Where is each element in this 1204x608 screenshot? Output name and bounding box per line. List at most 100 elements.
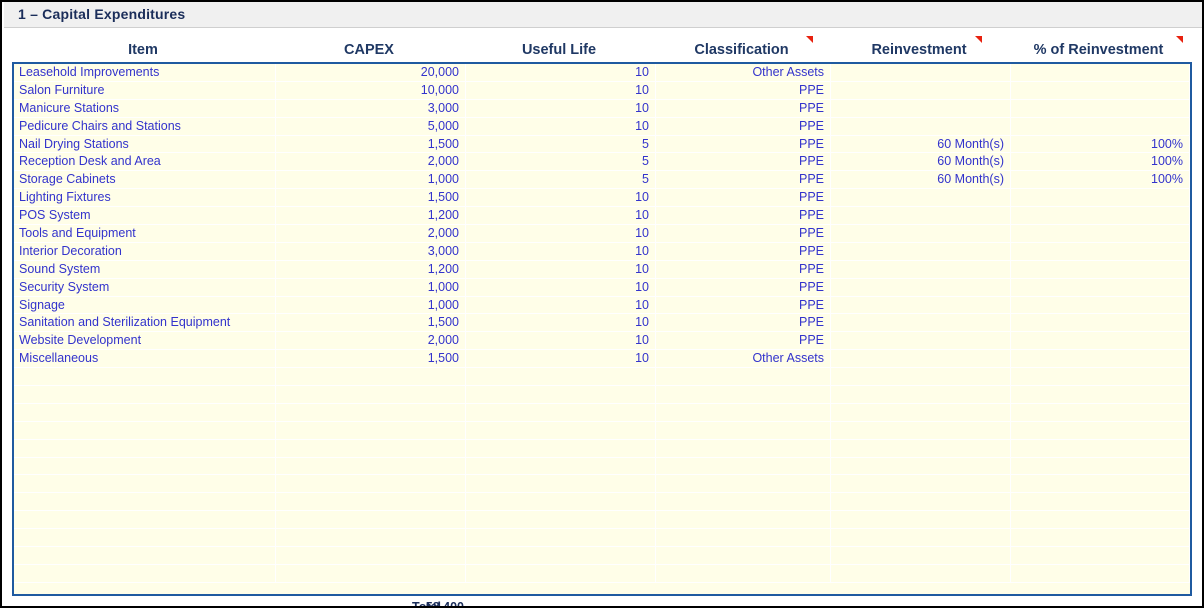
cell-classification[interactable]: PPE bbox=[656, 100, 831, 118]
cell-classification[interactable] bbox=[656, 386, 831, 404]
cell-item[interactable] bbox=[14, 547, 276, 565]
cell-classification[interactable] bbox=[656, 422, 831, 440]
cell-reinvestment[interactable] bbox=[831, 100, 1011, 118]
cell-useful_life[interactable] bbox=[466, 440, 656, 458]
table-row[interactable]: Salon Furniture10,00010PPE bbox=[14, 82, 1190, 100]
cell-useful_life[interactable] bbox=[466, 565, 656, 583]
cell-classification[interactable] bbox=[656, 493, 831, 511]
table-empty-row[interactable] bbox=[14, 458, 1190, 476]
cell-reinvestment[interactable] bbox=[831, 207, 1011, 225]
cell-classification[interactable] bbox=[656, 475, 831, 493]
cell-classification[interactable] bbox=[656, 440, 831, 458]
cell-useful_life[interactable]: 10 bbox=[466, 207, 656, 225]
cell-capex[interactable]: 5,000 bbox=[276, 118, 466, 136]
table-row[interactable]: Sanitation and Sterilization Equipment1,… bbox=[14, 314, 1190, 332]
cell-item[interactable] bbox=[14, 475, 276, 493]
cell-reinvestment[interactable] bbox=[831, 261, 1011, 279]
table-empty-row[interactable] bbox=[14, 511, 1190, 529]
cell-useful_life[interactable] bbox=[466, 404, 656, 422]
table-row[interactable]: Reception Desk and Area2,0005PPE60 Month… bbox=[14, 153, 1190, 171]
table-empty-row[interactable] bbox=[14, 493, 1190, 511]
cell-capex[interactable]: 1,000 bbox=[276, 297, 466, 315]
cell-classification[interactable]: PPE bbox=[656, 314, 831, 332]
cell-pct_reinvest[interactable] bbox=[1011, 314, 1190, 332]
cell-item[interactable] bbox=[14, 458, 276, 476]
cell-classification[interactable] bbox=[656, 458, 831, 476]
cell-item[interactable]: Salon Furniture bbox=[14, 82, 276, 100]
cell-capex[interactable]: 1,500 bbox=[276, 136, 466, 154]
table-row[interactable]: Storage Cabinets1,0005PPE60 Month(s)100% bbox=[14, 171, 1190, 189]
cell-useful_life[interactable]: 10 bbox=[466, 332, 656, 350]
column-header-item[interactable]: Item bbox=[12, 40, 274, 60]
cell-item[interactable]: Sound System bbox=[14, 261, 276, 279]
cell-capex[interactable] bbox=[276, 565, 466, 583]
cell-item[interactable]: Tools and Equipment bbox=[14, 225, 276, 243]
cell-capex[interactable]: 3,000 bbox=[276, 100, 466, 118]
cell-pct_reinvest[interactable] bbox=[1011, 118, 1190, 136]
cell-pct_reinvest[interactable] bbox=[1011, 529, 1190, 547]
cell-pct_reinvest[interactable] bbox=[1011, 404, 1190, 422]
cell-classification[interactable]: PPE bbox=[656, 225, 831, 243]
cell-capex[interactable] bbox=[276, 529, 466, 547]
cell-item[interactable] bbox=[14, 386, 276, 404]
cell-classification[interactable]: PPE bbox=[656, 189, 831, 207]
cell-item[interactable]: POS System bbox=[14, 207, 276, 225]
cell-capex[interactable] bbox=[276, 440, 466, 458]
cell-capex[interactable]: 1,000 bbox=[276, 171, 466, 189]
cell-classification[interactable] bbox=[656, 404, 831, 422]
comment-flag-icon-pct_reinvest[interactable] bbox=[1176, 36, 1183, 43]
cell-reinvestment[interactable]: 60 Month(s) bbox=[831, 171, 1011, 189]
cell-capex[interactable]: 1,500 bbox=[276, 189, 466, 207]
column-header-classification[interactable]: Classification bbox=[654, 40, 829, 60]
capex-table[interactable]: Leasehold Improvements20,00010Other Asse… bbox=[12, 62, 1192, 596]
cell-capex[interactable] bbox=[276, 368, 466, 386]
cell-pct_reinvest[interactable] bbox=[1011, 511, 1190, 529]
cell-useful_life[interactable]: 10 bbox=[466, 118, 656, 136]
table-row[interactable]: Miscellaneous1,50010Other Assets bbox=[14, 350, 1190, 368]
table-empty-row[interactable] bbox=[14, 368, 1190, 386]
cell-pct_reinvest[interactable] bbox=[1011, 332, 1190, 350]
cell-capex[interactable] bbox=[276, 547, 466, 565]
cell-useful_life[interactable]: 10 bbox=[466, 261, 656, 279]
cell-reinvestment[interactable] bbox=[831, 458, 1011, 476]
cell-pct_reinvest[interactable] bbox=[1011, 565, 1190, 583]
cell-useful_life[interactable] bbox=[466, 475, 656, 493]
cell-reinvestment[interactable] bbox=[831, 82, 1011, 100]
table-row[interactable]: Lighting Fixtures1,50010PPE bbox=[14, 189, 1190, 207]
cell-item[interactable]: Signage bbox=[14, 297, 276, 315]
cell-reinvestment[interactable] bbox=[831, 64, 1011, 82]
cell-useful_life[interactable]: 10 bbox=[466, 225, 656, 243]
cell-pct_reinvest[interactable] bbox=[1011, 225, 1190, 243]
cell-useful_life[interactable]: 10 bbox=[466, 243, 656, 261]
cell-pct_reinvest[interactable] bbox=[1011, 458, 1190, 476]
cell-capex[interactable]: 20,000 bbox=[276, 64, 466, 82]
cell-classification[interactable]: PPE bbox=[656, 243, 831, 261]
cell-capex[interactable] bbox=[276, 493, 466, 511]
table-empty-row[interactable] bbox=[14, 404, 1190, 422]
cell-item[interactable] bbox=[14, 422, 276, 440]
cell-useful_life[interactable]: 10 bbox=[466, 82, 656, 100]
cell-useful_life[interactable] bbox=[466, 386, 656, 404]
cell-item[interactable]: Interior Decoration bbox=[14, 243, 276, 261]
cell-pct_reinvest[interactable] bbox=[1011, 422, 1190, 440]
cell-pct_reinvest[interactable] bbox=[1011, 475, 1190, 493]
cell-item[interactable]: Storage Cabinets bbox=[14, 171, 276, 189]
cell-classification[interactable]: PPE bbox=[656, 82, 831, 100]
cell-capex[interactable]: 1,200 bbox=[276, 261, 466, 279]
cell-reinvestment[interactable] bbox=[831, 475, 1011, 493]
cell-capex[interactable]: 2,000 bbox=[276, 153, 466, 171]
cell-capex[interactable]: 2,000 bbox=[276, 332, 466, 350]
cell-item[interactable]: Manicure Stations bbox=[14, 100, 276, 118]
cell-pct_reinvest[interactable] bbox=[1011, 350, 1190, 368]
table-row[interactable]: Pedicure Chairs and Stations5,00010PPE bbox=[14, 118, 1190, 136]
cell-useful_life[interactable]: 10 bbox=[466, 279, 656, 297]
cell-pct_reinvest[interactable] bbox=[1011, 440, 1190, 458]
cell-reinvestment[interactable] bbox=[831, 422, 1011, 440]
cell-capex[interactable] bbox=[276, 511, 466, 529]
cell-useful_life[interactable] bbox=[466, 529, 656, 547]
cell-classification[interactable]: Other Assets bbox=[656, 350, 831, 368]
cell-useful_life[interactable] bbox=[466, 458, 656, 476]
cell-capex[interactable] bbox=[276, 386, 466, 404]
table-empty-row[interactable] bbox=[14, 422, 1190, 440]
cell-item[interactable] bbox=[14, 529, 276, 547]
